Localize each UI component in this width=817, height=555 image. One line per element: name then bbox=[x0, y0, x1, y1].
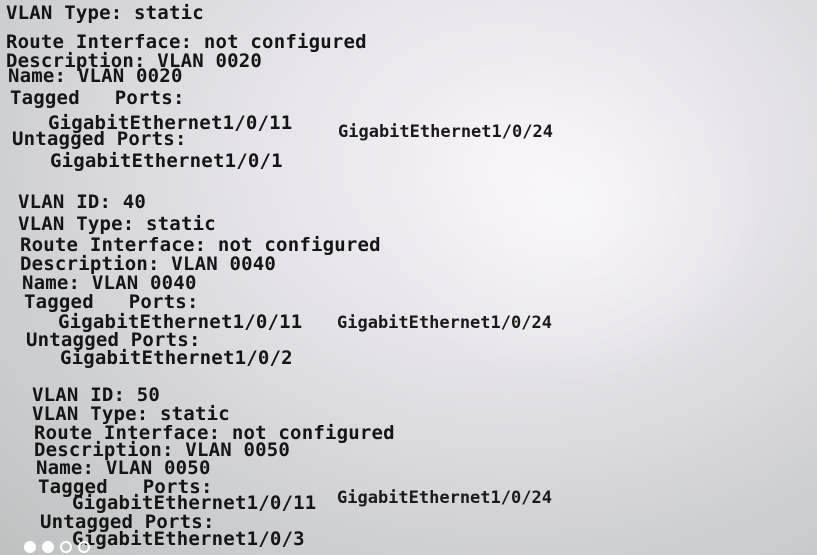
screen-glare bbox=[360, 20, 780, 400]
carousel-dot[interactable] bbox=[42, 541, 54, 553]
vlan-type-line: VLAN Type: static bbox=[6, 2, 204, 24]
name-line: Name: VLAN 0020 bbox=[8, 65, 183, 87]
carousel-dot[interactable] bbox=[78, 541, 90, 553]
tagged-ports-header: Tagged Ports: bbox=[24, 291, 199, 313]
tagged-port: GigabitEthernet1/0/24 bbox=[337, 313, 552, 333]
untagged-port: GigabitEthernet1/0/1 bbox=[50, 150, 283, 172]
carousel-dot[interactable] bbox=[60, 541, 72, 553]
tagged-port: GigabitEthernet1/0/24 bbox=[337, 488, 552, 508]
terminal-screen: VLAN Type: static Route Interface: not c… bbox=[0, 0, 817, 555]
tagged-port: GigabitEthernet1/0/24 bbox=[338, 122, 553, 142]
carousel-indicator[interactable] bbox=[24, 541, 90, 553]
carousel-dot[interactable] bbox=[24, 541, 36, 553]
untagged-port: GigabitEthernet1/0/2 bbox=[60, 347, 293, 369]
untagged-port: GigabitEthernet1/0/3 bbox=[72, 528, 305, 550]
untagged-ports-header: Untagged Ports: bbox=[12, 128, 187, 150]
vlan-id-line: VLAN ID: 40 bbox=[18, 191, 147, 213]
vlan-type-line: VLAN Type: static bbox=[18, 213, 216, 235]
tagged-ports-header: Tagged Ports: bbox=[10, 87, 185, 109]
